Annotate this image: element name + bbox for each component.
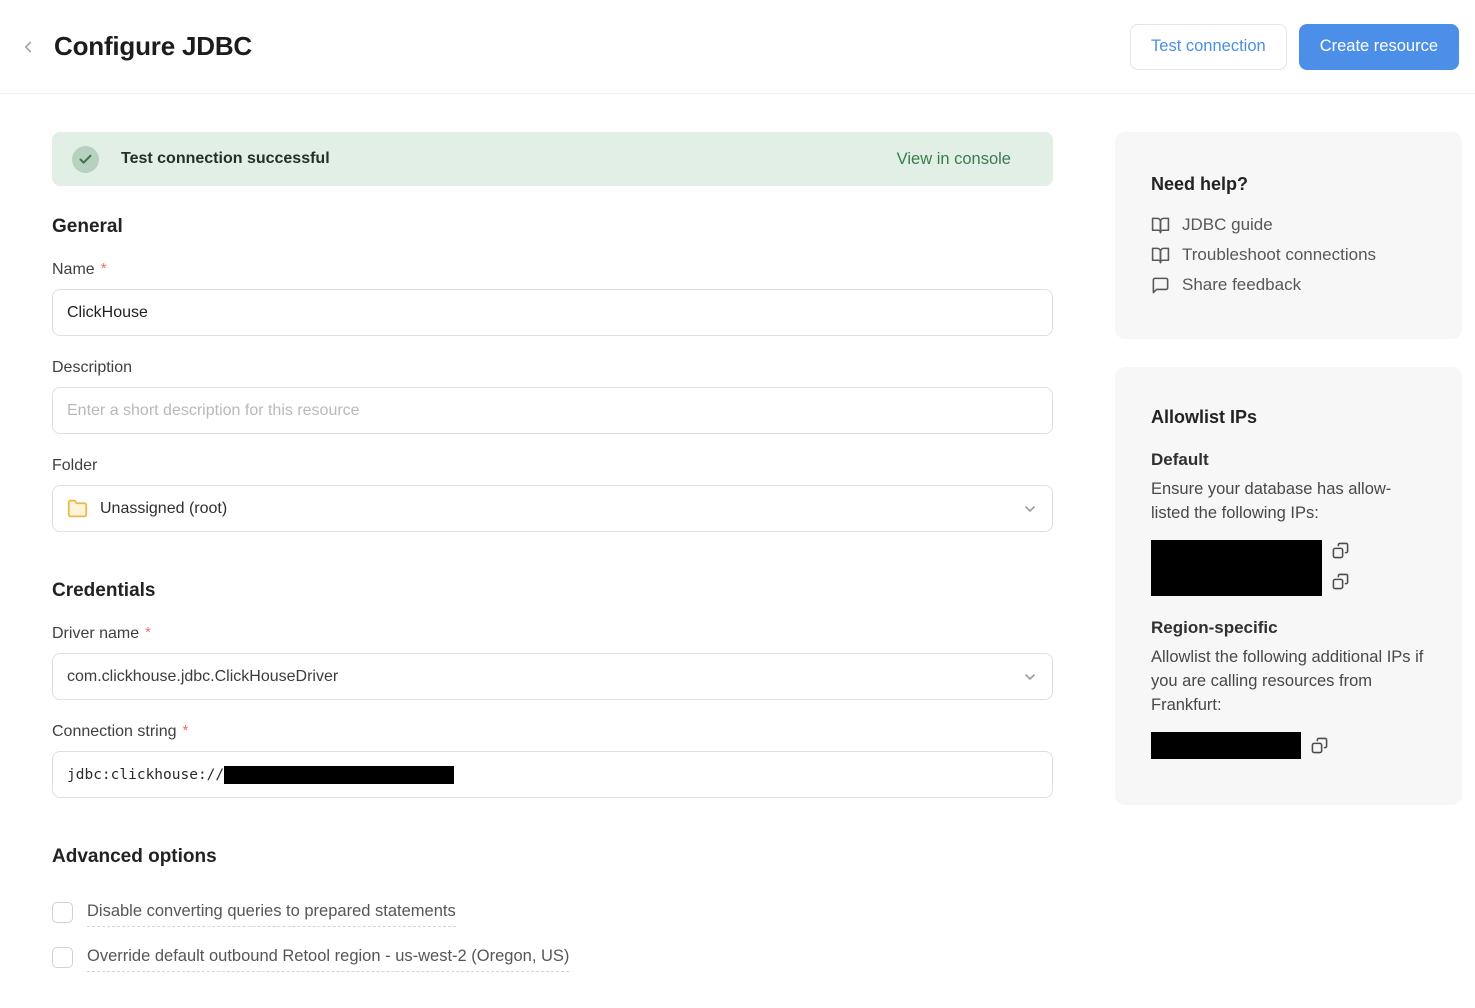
advanced-options-heading: Advanced options <box>52 846 1053 868</box>
need-help-card: Need help? JDBC guide Troubleshoot conne… <box>1115 132 1462 339</box>
allowlist-ips-card: Allowlist IPs Default Ensure your databa… <box>1115 367 1462 805</box>
share-feedback-link[interactable]: Share feedback <box>1151 275 1426 295</box>
option-row-override-region: Override default outbound Retool region … <box>52 947 1053 972</box>
credentials-heading: Credentials <box>52 580 1053 602</box>
name-input[interactable] <box>52 289 1053 336</box>
name-label: Name * <box>52 261 1053 279</box>
connection-string-label: Connection string * <box>52 723 1053 741</box>
required-asterisk: * <box>183 722 189 739</box>
help-link-label: Troubleshoot connections <box>1182 245 1376 265</box>
connection-string-input[interactable]: jdbc:clickhouse:// <box>52 751 1053 798</box>
help-link-label: Share feedback <box>1182 275 1301 295</box>
allowlist-region-heading: Region-specific <box>1151 618 1426 638</box>
region-ips-row <box>1151 732 1426 759</box>
general-heading: General <box>52 216 1053 238</box>
description-label: Description <box>52 359 1053 377</box>
name-field-group: Name * <box>52 261 1053 336</box>
header-actions: Test connection Create resource <box>1130 24 1459 70</box>
checkbox-override-region[interactable] <box>52 947 73 968</box>
page-title: Configure JDBC <box>54 31 252 62</box>
connection-string-prefix: jdbc:clickhouse:// <box>67 767 224 783</box>
chevron-left-icon <box>19 38 37 56</box>
checkbox-label: Disable converting queries to prepared s… <box>87 902 456 927</box>
sidebar: Need help? JDBC guide Troubleshoot conne… <box>1115 132 1462 972</box>
back-button[interactable] <box>14 33 42 61</box>
driver-field-group: Driver name * com.clickhouse.jdbc.ClickH… <box>52 625 1053 700</box>
help-links: JDBC guide Troubleshoot connections Shar… <box>1151 215 1426 295</box>
main-form: Test connection successful View in conso… <box>52 132 1053 972</box>
copy-ip-button[interactable] <box>1332 573 1349 590</box>
book-icon <box>1151 246 1170 265</box>
copy-buttons <box>1332 540 1349 592</box>
chevron-down-icon <box>1022 669 1038 685</box>
redacted-region-ip <box>1151 732 1301 759</box>
copy-ip-button[interactable] <box>1311 737 1328 754</box>
page-header: Configure JDBC Test connection Create re… <box>0 0 1475 94</box>
redacted-default-ips <box>1151 540 1322 596</box>
troubleshoot-connections-link[interactable]: Troubleshoot connections <box>1151 245 1426 265</box>
checkbox-label: Override default outbound Retool region … <box>87 947 569 972</box>
banner-message: Test connection successful <box>121 150 330 168</box>
folder-field-group: Folder Unassigned (root) <box>52 457 1053 532</box>
allowlist-default-text: Ensure your database has allow-listed th… <box>1151 478 1426 526</box>
folder-label: Folder <box>52 457 1053 475</box>
view-in-console-link[interactable]: View in console <box>897 150 1011 169</box>
folder-select[interactable]: Unassigned (root) <box>52 485 1053 532</box>
book-icon <box>1151 216 1170 235</box>
driver-name-value: com.clickhouse.jdbc.ClickHouseDriver <box>67 668 338 686</box>
default-ips-row <box>1151 540 1426 596</box>
success-check-icon <box>72 146 99 173</box>
allowlist-region-text: Allowlist the following additional IPs i… <box>1151 646 1426 718</box>
allowlist-heading: Allowlist IPs <box>1151 407 1426 428</box>
help-link-label: JDBC guide <box>1182 215 1273 235</box>
checkbox-disable-prepared-statements[interactable] <box>52 902 73 923</box>
description-input[interactable] <box>52 387 1053 434</box>
connection-string-field-group: Connection string * jdbc:clickhouse:// <box>52 723 1053 798</box>
jdbc-guide-link[interactable]: JDBC guide <box>1151 215 1426 235</box>
create-resource-button[interactable]: Create resource <box>1299 24 1459 70</box>
chevron-down-icon <box>1022 501 1038 517</box>
required-asterisk: * <box>101 260 107 277</box>
required-asterisk: * <box>145 624 151 641</box>
description-field-group: Description <box>52 359 1053 434</box>
option-row-prepared-statements: Disable converting queries to prepared s… <box>52 902 1053 927</box>
driver-name-select[interactable]: com.clickhouse.jdbc.ClickHouseDriver <box>52 653 1053 700</box>
chat-icon <box>1151 276 1170 295</box>
redacted-connection-host <box>224 766 454 784</box>
test-connection-button[interactable]: Test connection <box>1130 24 1287 70</box>
copy-ip-button[interactable] <box>1332 542 1349 559</box>
success-banner: Test connection successful View in conso… <box>52 132 1053 186</box>
folder-value: Unassigned (root) <box>100 500 227 518</box>
driver-name-label: Driver name * <box>52 625 1053 643</box>
allowlist-default-heading: Default <box>1151 450 1426 470</box>
folder-icon <box>67 498 88 519</box>
need-help-heading: Need help? <box>1151 174 1426 195</box>
